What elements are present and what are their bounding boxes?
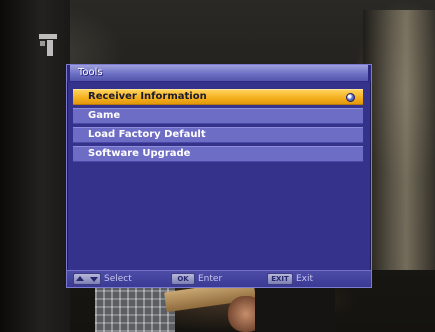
- up-down-arrow-icon: [73, 273, 101, 285]
- exit-key-badge: EXIT: [267, 273, 293, 285]
- select-hint-label: Select: [104, 274, 132, 284]
- channel-1-logo-icon: [38, 32, 66, 58]
- menu-item-label: Receiver Information: [88, 91, 207, 102]
- radio-dot-icon: [346, 93, 355, 102]
- enter-hint-label: Enter: [198, 274, 223, 284]
- menu-item-software-upgrade[interactable]: Software Upgrade: [73, 146, 363, 162]
- exit-hint: EXIT Exit: [267, 273, 313, 285]
- tools-menu: Tools Receiver Information Game Load Fac…: [66, 64, 372, 288]
- menu-title-bar: Tools: [67, 65, 371, 82]
- menu-footer: Select OK Enter EXIT Exit: [67, 270, 371, 287]
- menu-item-label: Software Upgrade: [88, 148, 191, 159]
- ok-key-badge: OK: [171, 273, 195, 285]
- title-bar-left-cap: [67, 65, 70, 81]
- menu-item-receiver-information[interactable]: Receiver Information: [73, 89, 363, 105]
- tools-menu-list: Receiver Information Game Load Factory D…: [73, 89, 363, 165]
- menu-item-label: Game: [88, 110, 121, 121]
- enter-hint: OK Enter: [171, 273, 222, 285]
- menu-item-game[interactable]: Game: [73, 108, 363, 124]
- background-person: [255, 285, 335, 332]
- menu-title: Tools: [78, 67, 103, 78]
- exit-hint-label: Exit: [296, 274, 314, 284]
- background-person-shirt: [95, 283, 175, 332]
- select-hint: Select: [73, 273, 132, 285]
- background-column: [363, 10, 435, 270]
- title-bar-right-cap: [368, 65, 371, 81]
- menu-item-load-factory-default[interactable]: Load Factory Default: [73, 127, 363, 143]
- menu-item-label: Load Factory Default: [88, 129, 206, 140]
